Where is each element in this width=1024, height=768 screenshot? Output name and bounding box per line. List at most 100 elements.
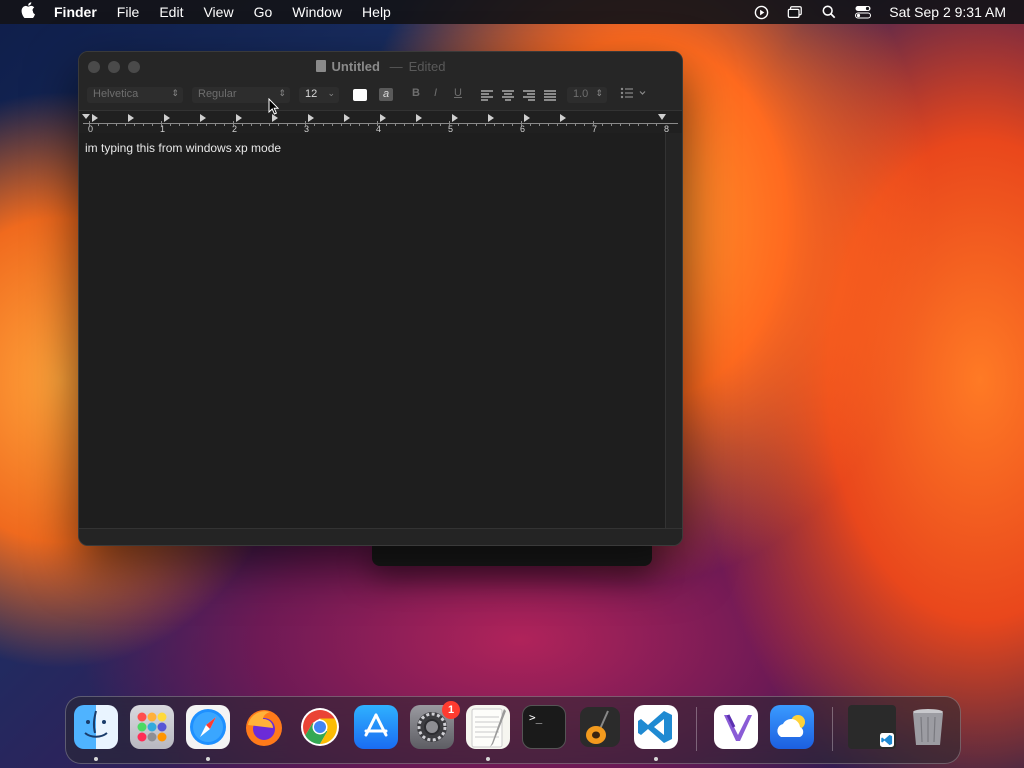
menu-go[interactable]: Go [244,4,283,20]
ruler-tick [269,123,270,126]
control-center-icon[interactable] [855,4,872,20]
ruler-tick [152,123,153,126]
font-family-select[interactable]: Helvetica ⇕ [87,87,183,103]
menu-window[interactable]: Window [282,4,352,20]
play-circle-icon[interactable] [753,4,769,20]
spotlight-search-icon[interactable] [821,4,837,20]
tab-stop-marker[interactable] [236,114,242,122]
ruler-tick [377,121,378,126]
align-left-icon[interactable] [481,90,493,101]
horizontal-scrollbar[interactable] [79,528,682,545]
ruler-tick [512,123,513,126]
title-text: Untitled [331,59,380,74]
ruler-tick [503,123,504,126]
bold-button[interactable]: B [412,87,420,103]
ruler-tick [467,123,468,126]
tab-stop-marker[interactable] [560,114,566,122]
font-style-value: Regular [198,88,237,100]
firefox-icon[interactable] [242,705,286,749]
highlight-color-button[interactable]: a [379,88,393,101]
font-size-value: 12 [305,88,318,100]
menu-edit[interactable]: Edit [149,4,193,20]
ruler-tick [188,123,189,126]
ruler-tick [629,123,630,126]
underline-button[interactable]: U [454,87,462,103]
dock: 1 >_ [65,696,961,764]
tab-stop-marker[interactable] [524,114,530,122]
textedit-window: Untitled — Edited Helvetica ⇕ Regular ⇕ 1… [78,51,683,546]
line-spacing-select[interactable]: 1.0 ⇕ [567,87,607,103]
window-titlebar[interactable]: Untitled — Edited [79,52,682,80]
running-indicator [94,757,98,761]
ruler-tick [143,123,144,126]
right-margin-marker[interactable] [658,114,666,120]
ruler-tick [593,121,594,126]
ruler-tick [647,123,648,126]
menu-bar-clock[interactable]: Sat Sep 2 9:31 AM [889,4,1006,20]
ruler-tick [476,123,477,126]
safari-icon[interactable] [186,705,230,749]
menu-view[interactable]: View [193,4,243,20]
notification-badge: 1 [442,701,460,719]
visual-studio-icon[interactable] [714,705,758,749]
app-store-icon[interactable] [354,705,398,749]
list-style-button[interactable] [620,87,650,103]
align-right-icon[interactable] [523,90,535,101]
finder-icon[interactable] [74,705,118,749]
italic-button[interactable]: I [434,87,437,103]
menu-file[interactable]: File [107,4,150,20]
menu-app-name[interactable]: Finder [52,4,107,20]
ruler-tick [116,123,117,126]
vscode-icon[interactable] [634,705,678,749]
tab-stop-marker[interactable] [344,114,350,122]
garageband-icon[interactable] [578,705,622,749]
format-toolbar: Helvetica ⇕ Regular ⇕ 12 ⌄ a B I U 1.0 ⇕ [79,80,682,111]
text-color-well[interactable] [353,89,367,101]
font-size-select[interactable]: 12 ⌄ [299,87,339,103]
ruler-tick [341,123,342,126]
apple-menu-icon[interactable] [18,1,38,23]
tab-stop-marker[interactable] [128,114,134,122]
weather-icon[interactable] [770,705,814,749]
chrome-icon[interactable] [298,705,342,749]
ruler-tick [431,123,432,126]
screen-mirroring-icon[interactable] [787,4,803,20]
ruler-tick [539,123,540,126]
ruler-tick [242,123,243,126]
tab-stop-marker[interactable] [380,114,386,122]
ruler-tick [260,123,261,126]
tab-stop-marker[interactable] [452,114,458,122]
tab-stop-marker[interactable] [488,114,494,122]
menu-help[interactable]: Help [352,4,401,20]
vertical-scrollbar[interactable] [665,133,682,528]
ruler-tick [584,123,585,126]
textedit-icon[interactable] [466,705,510,749]
tab-stop-marker[interactable] [308,114,314,122]
ruler-tick [296,123,297,126]
align-center-icon[interactable] [502,90,514,101]
tab-stop-marker[interactable] [164,114,170,122]
terminal-icon[interactable]: >_ [522,705,566,749]
ruler-tick [278,123,279,126]
chevron-down-icon: ⌄ [327,88,335,98]
ruler-tick [611,123,612,126]
ruler-tick [107,123,108,126]
document-editor[interactable]: im typing this from windows xp mode [79,133,665,528]
left-indent-marker[interactable] [82,114,90,119]
trash-icon[interactable] [906,705,950,749]
ruler-tick [305,121,306,126]
ruler-tick [566,123,567,126]
align-justify-icon[interactable] [544,90,556,101]
tab-stop-marker[interactable] [200,114,206,122]
ruler-tick [395,123,396,126]
dock-separator [696,707,697,751]
ruler-tick [620,123,621,126]
edited-status: Edited [408,59,446,74]
tab-stop-marker[interactable] [416,114,422,122]
launchpad-icon[interactable] [130,705,174,749]
ruler-tick [161,121,162,126]
minimized-window-icon[interactable] [848,705,896,749]
tab-stop-marker[interactable] [92,114,98,122]
ruler[interactable]: 012345678 [79,111,682,134]
document-text[interactable]: im typing this from windows xp mode [85,141,281,155]
